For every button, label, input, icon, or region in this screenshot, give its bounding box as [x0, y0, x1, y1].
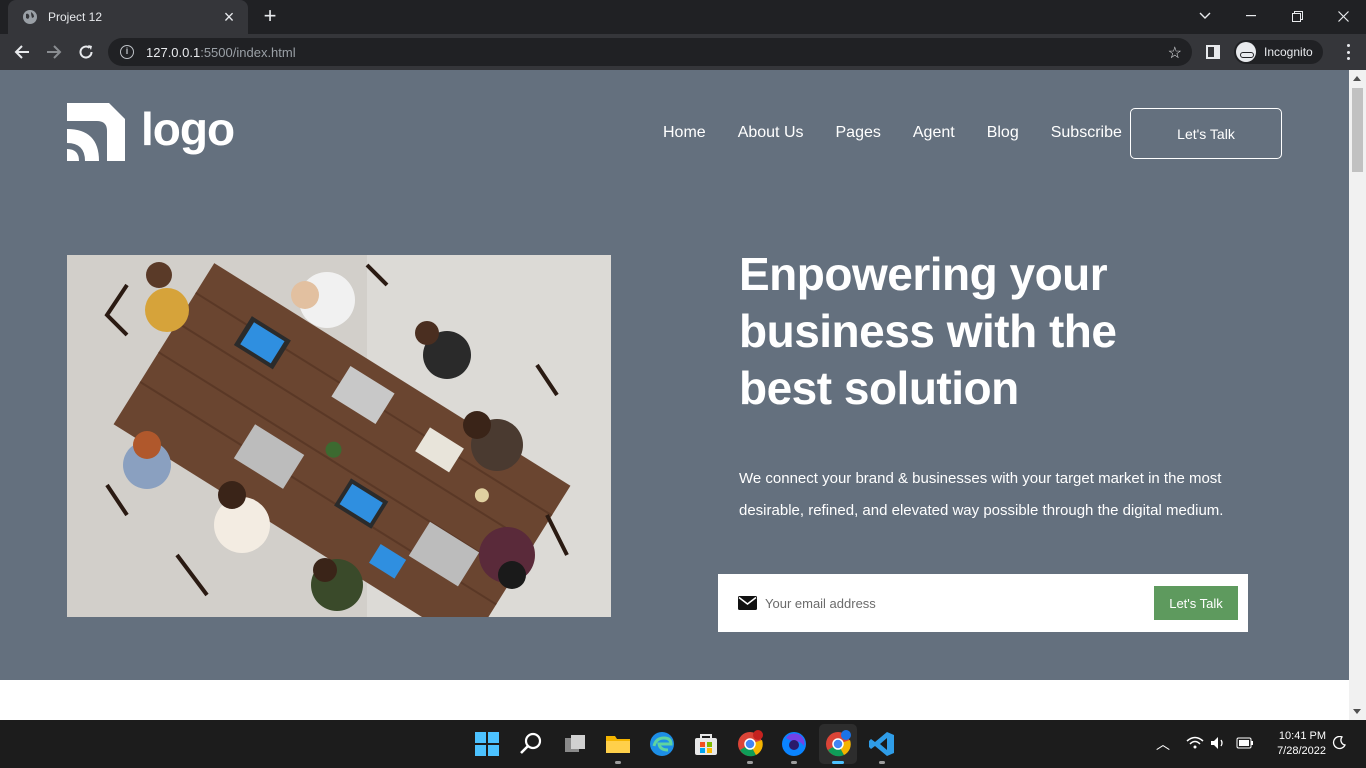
arrow-right-icon [47, 45, 62, 59]
arrow-left-icon [14, 45, 29, 59]
scroll-up-icon[interactable] [1353, 76, 1361, 81]
close-tab-icon[interactable]: × [220, 8, 238, 26]
edge-icon[interactable] [648, 730, 676, 758]
chrome-incognito-indicator [832, 761, 844, 764]
envelope-icon [738, 596, 757, 610]
scroll-down-icon[interactable] [1353, 709, 1361, 714]
side-panel-icon[interactable] [1206, 45, 1220, 59]
nav-home[interactable]: Home [663, 124, 706, 142]
hero-section: logo Home About Us Pages Agent Blog Subs… [0, 70, 1349, 680]
tab-search-icon[interactable] [1182, 0, 1228, 32]
url-host: 127.0.0.1 [146, 44, 201, 60]
url-path: :5500/index.html [200, 44, 296, 60]
new-tab-button[interactable]: + [258, 5, 282, 29]
site-logo[interactable]: logo [67, 103, 235, 161]
page-viewport: logo Home About Us Pages Agent Blog Subs… [0, 70, 1349, 720]
tab-title: Project 12 [48, 10, 103, 24]
notifications-icon[interactable] [1332, 736, 1346, 750]
bookmark-star-icon[interactable]: ☆ [1168, 43, 1182, 63]
nav-about-us[interactable]: About Us [738, 124, 804, 142]
vscode-icon[interactable] [868, 730, 896, 758]
reload-button[interactable] [72, 38, 100, 66]
file-explorer-indicator [615, 761, 621, 764]
back-button[interactable] [8, 38, 36, 66]
vscode-indicator [879, 761, 885, 764]
browser-toolbar: i 127.0.0.1:5500/index.html ☆ Incognito [0, 34, 1366, 70]
incognito-icon [1236, 42, 1256, 62]
clock-time: 10:41 PM [1278, 730, 1326, 742]
firefox-icon[interactable] [780, 730, 808, 758]
clock-date: 7/28/2022 [1277, 745, 1326, 757]
chrome-incognito-icon[interactable] [824, 730, 852, 758]
search-icon[interactable] [517, 730, 545, 758]
scroll-thumb[interactable] [1352, 88, 1363, 172]
hero-subtext: We connect your brand & businesses with … [739, 470, 1224, 519]
hero-image-team-meeting [67, 255, 611, 617]
forward-button[interactable] [40, 38, 68, 66]
incognito-indicator[interactable]: Incognito [1234, 40, 1323, 64]
reload-icon [79, 45, 93, 59]
browser-menu-icon[interactable] [1340, 42, 1356, 62]
team-meeting-illustration [67, 255, 611, 617]
nav-subscribe[interactable]: Subscribe [1051, 124, 1122, 142]
file-explorer-icon[interactable] [604, 730, 632, 758]
minimize-button[interactable] [1228, 0, 1274, 32]
restore-button[interactable] [1274, 0, 1320, 32]
email-input[interactable] [765, 595, 1154, 611]
store-icon[interactable] [692, 730, 720, 758]
windows-start-icon[interactable] [473, 730, 501, 758]
chrome-icon[interactable] [736, 730, 764, 758]
incognito-label: Incognito [1264, 45, 1313, 59]
battery-icon[interactable] [1236, 737, 1254, 749]
taskbar-clock[interactable]: 10:41 PM 7/28/2022 [1262, 729, 1326, 759]
email-submit-button[interactable]: Let's Talk [1154, 586, 1238, 620]
firefox-indicator [791, 761, 797, 764]
page-scrollbar[interactable] [1349, 70, 1366, 720]
browser-tab[interactable]: Project 12 × [8, 0, 248, 34]
browser-tab-bar: Project 12 × + [0, 0, 1366, 34]
nav-blog[interactable]: Blog [987, 124, 1019, 142]
task-view-icon[interactable] [561, 730, 589, 758]
hero-headline: Enpowering your business with the best s… [739, 248, 1117, 414]
chrome-indicator [747, 761, 753, 764]
tray-chevron-up-icon[interactable]: ︿ [1156, 734, 1170, 754]
logo-mark-icon [67, 103, 125, 161]
nav-agent[interactable]: Agent [913, 124, 955, 142]
address-bar[interactable]: i 127.0.0.1:5500/index.html ☆ [108, 38, 1192, 66]
lets-talk-button[interactable]: Let's Talk [1130, 108, 1282, 159]
logo-text: logo [141, 103, 235, 155]
volume-icon[interactable] [1210, 736, 1226, 750]
nav-pages[interactable]: Pages [836, 124, 881, 142]
globe-icon [23, 10, 37, 24]
os-taskbar: ︿ 10:41 PM 7/28/2022 [0, 720, 1366, 768]
close-window-button[interactable] [1320, 0, 1366, 32]
wifi-icon[interactable] [1186, 736, 1204, 750]
site-info-icon[interactable]: i [120, 45, 134, 59]
email-signup-form: Let's Talk [718, 574, 1248, 632]
main-nav: Home About Us Pages Agent Blog Subscribe [663, 124, 1122, 142]
